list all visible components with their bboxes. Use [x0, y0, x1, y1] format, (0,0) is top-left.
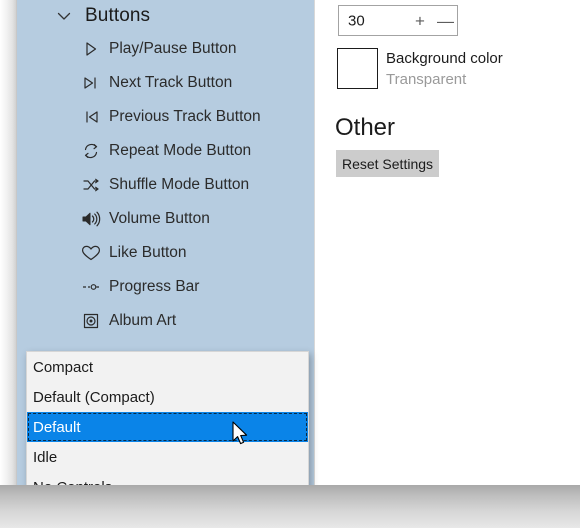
dropdown-option[interactable]: Compact	[27, 352, 308, 382]
app-window: Buttons Play/Pause Button Next Track Butt…	[0, 0, 580, 485]
dropdown-popup[interactable]: CompactDefault (Compact)DefaultIdleNo Co…	[26, 351, 309, 485]
spinner-decrement-icon[interactable]: —	[437, 12, 454, 29]
play-pause-icon	[80, 38, 102, 60]
tree-item[interactable]: Like Button	[17, 236, 307, 270]
tree-item-label: Play/Pause Button	[109, 40, 237, 57]
tree-group-label: Buttons	[85, 5, 151, 26]
tree-item[interactable]: Next Track Button	[17, 66, 307, 100]
heart-icon	[80, 242, 102, 264]
settings-tree: Buttons Play/Pause Button Next Track Butt…	[17, 0, 307, 338]
tree-item-label: Shuffle Mode Button	[109, 176, 250, 193]
background-color-swatch[interactable]	[337, 48, 378, 89]
spinner-value[interactable]: 30	[348, 12, 365, 29]
previous-track-icon	[80, 106, 102, 128]
tree-item-label: Volume Button	[109, 210, 210, 227]
tree-item[interactable]: Progress Bar	[17, 270, 307, 304]
background-color-label: Background color	[386, 50, 503, 67]
dropdown-option[interactable]: No Controls	[27, 472, 308, 486]
tree-item[interactable]: Repeat Mode Button	[17, 134, 307, 168]
tree-item[interactable]: Previous Track Button	[17, 100, 307, 134]
tree-item-label: Repeat Mode Button	[109, 142, 252, 159]
next-track-icon	[80, 72, 102, 94]
tree-item[interactable]: Volume Button	[17, 202, 307, 236]
repeat-mode-icon	[80, 140, 102, 162]
dropdown-option[interactable]: Default	[27, 412, 308, 442]
progress-bar-icon	[80, 276, 102, 298]
section-heading-other: Other	[335, 114, 396, 141]
tree-item[interactable]: Album Art	[17, 304, 307, 338]
settings-detail-pane: 30 + — Background color Transparent Othe…	[315, 0, 580, 485]
tree-item[interactable]: Shuffle Mode Button	[17, 168, 307, 202]
tree-item-label: Progress Bar	[109, 278, 200, 295]
dropdown-option[interactable]: Idle	[27, 442, 308, 472]
volume-icon	[80, 208, 102, 230]
chevron-down-icon[interactable]	[55, 7, 73, 25]
reset-settings-button[interactable]: Reset Settings	[336, 150, 439, 177]
tree-item-label: Previous Track Button	[109, 108, 261, 125]
tree-item-label: Like Button	[109, 244, 187, 261]
tree-item[interactable]: Play/Pause Button	[17, 32, 307, 66]
tree-item-label: Next Track Button	[109, 74, 233, 91]
desktop-background	[0, 485, 580, 528]
spinner-increment-icon[interactable]: +	[415, 12, 425, 29]
tree-group-buttons[interactable]: Buttons	[17, 0, 307, 32]
number-spinner[interactable]: 30 + —	[338, 5, 458, 36]
shuffle-mode-icon	[80, 174, 102, 196]
album-art-icon	[80, 310, 102, 332]
dropdown-option[interactable]: Default (Compact)	[27, 382, 308, 412]
tree-item-label: Album Art	[109, 312, 177, 329]
screen-root: Buttons Play/Pause Button Next Track Butt…	[0, 0, 580, 528]
window-left-shadow	[0, 0, 17, 485]
background-color-value: Transparent	[386, 71, 467, 88]
